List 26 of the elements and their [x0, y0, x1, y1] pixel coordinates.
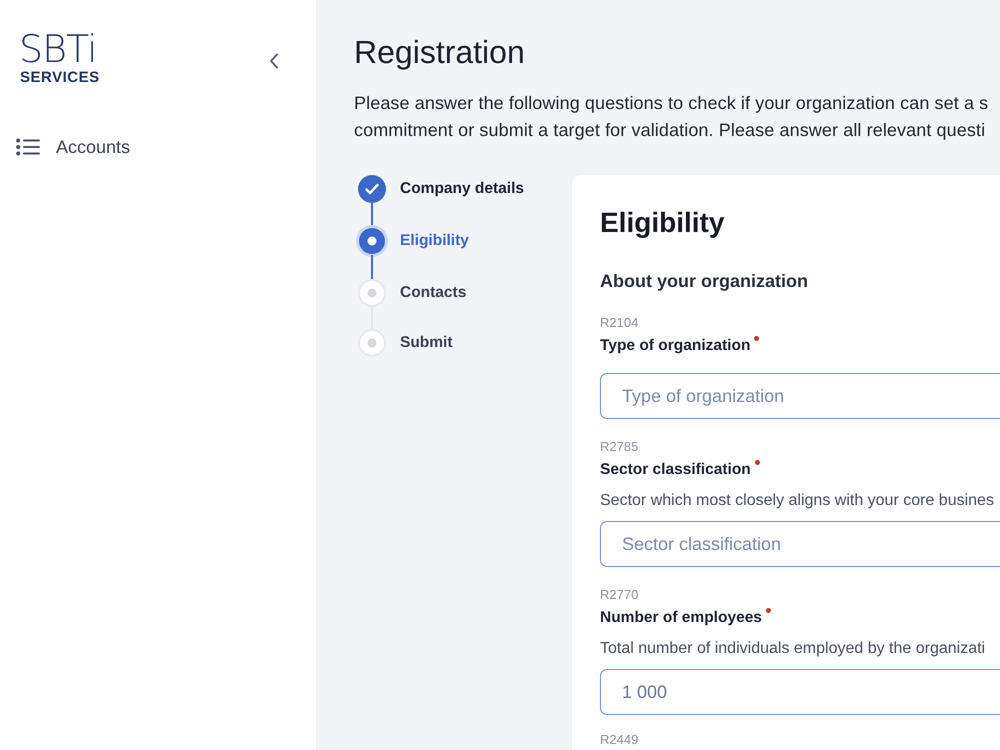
field-description: Total number of individuals employed by the organizati — [600, 639, 986, 659]
input-field[interactable]: Sector classification — [600, 521, 1000, 567]
logo-text: SBTi — [19, 29, 98, 69]
field-label: Type of organization — [600, 336, 750, 356]
intro-text: Please answer the following questions to check if your organization can set a s — [354, 92, 988, 115]
input-field[interactable]: 1 000 — [600, 669, 1000, 715]
form-title: Eligibility — [600, 206, 724, 240]
question-code: R2449 — [600, 732, 638, 748]
input-field[interactable]: Type of organization — [600, 373, 1000, 419]
question-code: R2104 — [600, 315, 638, 331]
section-title: About your organization — [600, 270, 808, 293]
question-code: R2785 — [600, 439, 638, 455]
list-icon — [16, 138, 40, 156]
field-label: Number of employees — [600, 608, 762, 628]
intro-text: commitment or submit a target for validation. Please answer all relevant questi — [354, 119, 986, 142]
logo-subtitle: SERVICES — [19, 70, 100, 86]
chevron-left-icon — [269, 53, 279, 69]
step-label: Eligibility — [400, 231, 469, 252]
field-description: Sector which most closely aligns with your core busines — [600, 491, 994, 511]
field-label: Sector classification — [600, 460, 751, 480]
nav-item[interactable]: Accounts — [0, 129, 316, 165]
step-label: Company details — [400, 179, 524, 200]
question-code: R2770 — [600, 587, 638, 603]
step-label: Submit — [400, 333, 453, 354]
page-title: Registration — [354, 33, 525, 72]
step-label: Contacts — [400, 283, 466, 304]
